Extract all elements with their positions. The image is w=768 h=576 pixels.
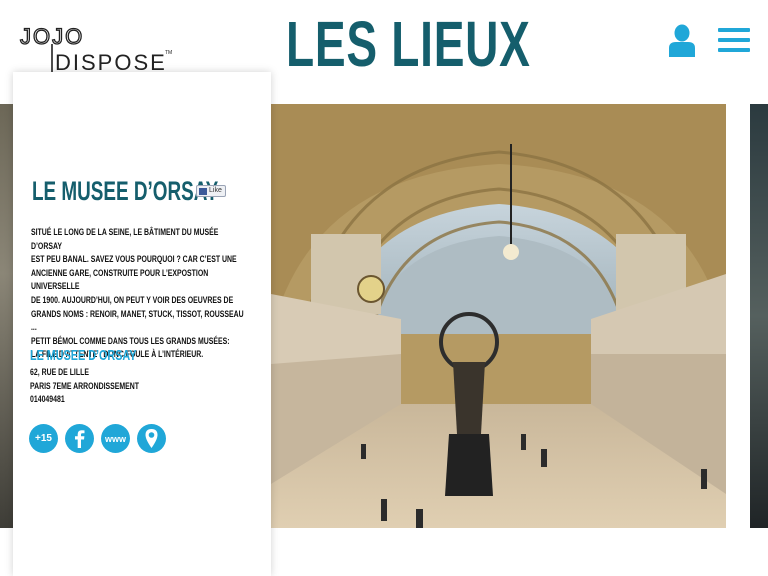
place-title: LE MUSEE D’ORSAY: [32, 176, 219, 206]
facebook-glyph: [75, 430, 85, 448]
address-street: 62, RUE DE LILLE: [30, 367, 89, 378]
user-icon: [669, 24, 695, 57]
description-line: ANCIENNE GARE, CONSTRUITE POUR L’EXPOSTI…: [31, 267, 209, 293]
social-buttons: +15 www: [29, 424, 166, 453]
gallery-photo-next[interactable]: [750, 104, 768, 528]
hamburger-menu-icon[interactable]: [718, 28, 750, 54]
description-line: SITUÉ LE LONG DE LA SEINE, LE BÂTIMENT D…: [31, 227, 219, 252]
logo-graphic: JOJO DISPOSE TM: [19, 23, 172, 75]
page-title: LES LIEUX: [286, 8, 531, 80]
description-line: EST PEU BANAL. SAVEZ VOUS POURQUOI ? CAR…: [31, 254, 237, 266]
thumbs-up-icon: [199, 187, 207, 195]
user-button[interactable]: [666, 24, 698, 58]
facebook-icon[interactable]: [65, 424, 94, 453]
address-city: PARIS 7EME ARRONDISSEMENT: [30, 380, 140, 392]
logo-tm: TM: [165, 50, 172, 56]
address-phone: 014049481: [30, 394, 65, 406]
like-label: Like: [209, 187, 222, 194]
menu-bar: [718, 38, 750, 42]
logo[interactable]: JOJO DISPOSE TM: [18, 22, 178, 76]
website-button[interactable]: www: [101, 424, 130, 453]
menu-bar: [718, 48, 750, 52]
gallery-photo-previous[interactable]: [0, 104, 14, 528]
facebook-like-button[interactable]: Like: [196, 185, 226, 197]
address-block: 62, RUE DE LILLE PARIS 7EME ARRONDISSEME…: [30, 366, 139, 407]
museum-hall-image: [271, 104, 726, 528]
description-line: GRANDS NOMS : RENOIR, MANET, STUCK, TISS…: [31, 308, 244, 334]
menu-bar: [718, 28, 750, 32]
map-pin-glyph: [145, 429, 158, 448]
address-title: LE MUSEE D’ORSAY: [30, 347, 137, 364]
gallery-photo-musee-dorsay[interactable]: [271, 104, 726, 528]
description-line: DE 1900. AUJOURD’HUI, ON PEUT Y VOIR DES…: [31, 294, 234, 306]
place-description: SITUÉ LE LONG DE LA SEINE, LE BÂTIMENT D…: [31, 226, 250, 362]
place-info-card: LE MUSEE D’ORSAY Like SITUÉ LE LONG DE L…: [13, 72, 271, 576]
plus-count-button[interactable]: +15: [29, 424, 58, 453]
map-pin-icon[interactable]: [137, 424, 166, 453]
